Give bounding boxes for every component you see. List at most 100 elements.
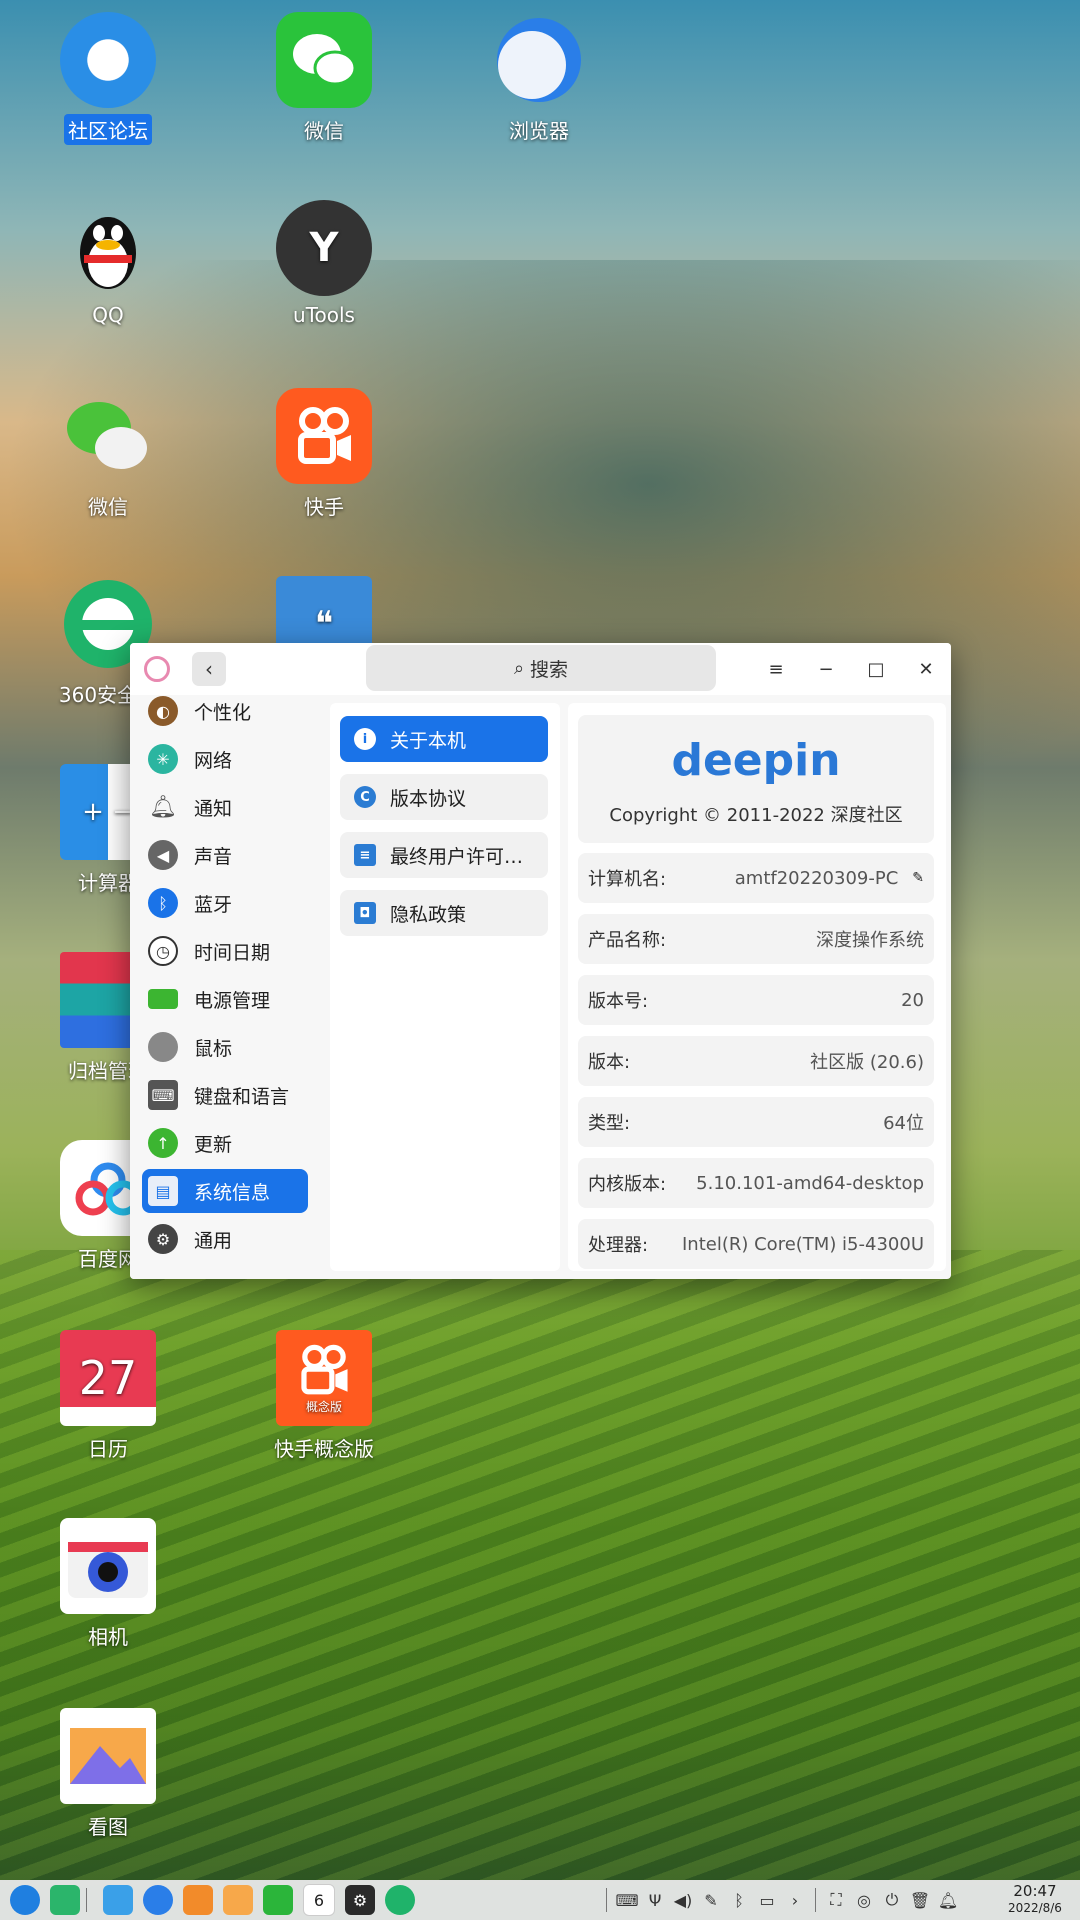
sidebar-item-notification[interactable]: 🔔︎ 通知 [142, 785, 308, 829]
submenu-label: 关于本机 [390, 729, 467, 752]
sidebar-item-update[interactable]: ↑ 更新 [142, 1121, 308, 1165]
sidebar-item-network[interactable]: ✳ 网络 [142, 737, 308, 781]
minimize-button[interactable]: − [811, 654, 841, 684]
desktop-icon-utools[interactable]: Y uTools [249, 200, 399, 328]
submenu-version-agreement[interactable]: C 版本协议 [340, 774, 548, 820]
menu-button[interactable]: ≡ [761, 654, 791, 684]
desktop-icon-browser[interactable]: 浏览器 [464, 12, 614, 145]
assistant-icon[interactable]: ◎ [850, 1885, 878, 1915]
desktop-icon-label: 微信 [304, 119, 344, 143]
image-viewer-icon[interactable] [223, 1885, 253, 1915]
info-key: 版本号: [588, 991, 649, 1012]
clock-time: 20:47 [1013, 1882, 1057, 1900]
desktop-icon-label: 社区论坛 [64, 114, 152, 145]
sidebar-item-power[interactable]: 电源管理 [142, 977, 308, 1021]
submenu-label: 隐私政策 [390, 903, 467, 926]
power-icon[interactable]: ⏻ [878, 1885, 906, 1915]
submenu-eula[interactable]: ≡ 最终用户许可协议 [340, 832, 548, 878]
expand-icon[interactable]: › [781, 1885, 809, 1915]
desktop-icon-kuaishou-concept[interactable]: 概念版 快手概念版 [249, 1330, 399, 1463]
sidebar-item-bluetooth[interactable]: ᛒ 蓝牙 [142, 881, 308, 925]
desktop-icon-label: 快手概念版 [274, 1437, 374, 1461]
battery-icon[interactable]: ▭ [753, 1885, 781, 1915]
desktop-icon-qq[interactable]: QQ [33, 200, 183, 328]
general-icon: ⚙ [148, 1224, 178, 1254]
browser-icon[interactable] [143, 1885, 173, 1915]
image-viewer-icon [60, 1708, 156, 1804]
pen-icon[interactable]: ✎ [697, 1885, 725, 1915]
clock[interactable]: 20:47 2022/8/6 [1000, 1882, 1070, 1916]
volume-icon[interactable]: ◀) [669, 1885, 697, 1915]
launcher-icon[interactable] [10, 1885, 40, 1915]
desktop-icon-wechat[interactable]: 微信 [249, 12, 399, 145]
wps-icon[interactable] [263, 1885, 293, 1915]
sidebar-item-sound[interactable]: ◀ 声音 [142, 833, 308, 877]
usb-icon[interactable]: Ψ [641, 1885, 669, 1915]
notification-icon: 🔔︎ [149, 794, 177, 820]
sidebar-item-label: 声音 [194, 845, 233, 868]
keyboard-icon: ⌨ [148, 1080, 178, 1110]
sidebar-item-mouse[interactable]: 鼠标 [142, 1025, 308, 1069]
sidebar-item-system-info[interactable]: ▤ 系统信息 [142, 1169, 308, 1213]
close-button[interactable]: ✕ [911, 654, 941, 684]
desktop-icon-label: 看图 [88, 1815, 128, 1839]
sidebar-item-personalization[interactable]: ◐ 个性化 [142, 689, 308, 733]
submenu-about[interactable]: i 关于本机 [340, 716, 548, 762]
info-row-processor: 处理器: Intel(R) Core(TM) i5-4300U [578, 1219, 934, 1269]
info-row-type: 类型: 64位 [578, 1097, 934, 1147]
bluetooth-icon[interactable]: ᛒ [725, 1885, 753, 1915]
info-value: 社区版 (20.6) [810, 1052, 924, 1073]
desktop-icon-image-viewer[interactable]: 看图 [33, 1708, 183, 1841]
wechat-alt-icon [60, 388, 156, 484]
desktop-icon-kuaishou[interactable]: 快手 [249, 388, 399, 521]
desktop-icon-camera[interactable]: 相机 [33, 1518, 183, 1651]
info-key: 计算机名: [588, 869, 667, 890]
sidebar-item-label: 通用 [194, 1229, 233, 1252]
sidebar-item-label: 网络 [194, 749, 233, 772]
notification-icon[interactable]: 🔔︎ [934, 1885, 962, 1915]
sidebar-item-label: 鼠标 [194, 1037, 233, 1060]
copyright-text: Copyright © 2011-2022 深度社区 [609, 805, 903, 826]
multitask-view-icon[interactable] [50, 1885, 80, 1915]
info-key: 处理器: [588, 1235, 649, 1256]
system-info-icon: ▤ [148, 1176, 178, 1206]
info-row-computer-name: 计算机名: amtf20220309-PC ✎ [578, 853, 934, 903]
sidebar-item-general[interactable]: ⚙ 通用 [142, 1217, 308, 1261]
control-center-logo-icon [144, 656, 170, 682]
kuaishou-icon [276, 388, 372, 484]
close-icon: ✕ [918, 658, 934, 680]
deepin-forum-icon [60, 12, 156, 108]
about-logo-card: deepin Copyright © 2011-2022 深度社区 [578, 715, 934, 843]
app-store-icon[interactable] [183, 1885, 213, 1915]
maximize-button[interactable]: □ [861, 654, 891, 684]
camera-icon [60, 1518, 156, 1614]
sidebar-item-datetime[interactable]: ◷ 时间日期 [142, 929, 308, 973]
keyboard-icon[interactable]: ⌨ [613, 1885, 641, 1915]
desktop-icon-calendar[interactable]: 27 日历 [33, 1330, 183, 1463]
sidebar-item-label: 蓝牙 [194, 893, 233, 916]
qq-icon [60, 200, 156, 296]
edit-pencil-icon[interactable]: ✎ [912, 870, 924, 886]
mouse-icon [148, 1032, 178, 1062]
submenu-label: 版本协议 [390, 787, 467, 810]
browser-icon [491, 12, 587, 108]
desktop-icon-label: 快手 [304, 495, 344, 519]
calendar-icon[interactable]: 6 [303, 1884, 335, 1916]
info-icon: i [354, 728, 376, 750]
screenshot-icon[interactable]: ⛶ [822, 1885, 850, 1915]
back-button[interactable]: ‹ [192, 652, 226, 686]
file-manager-icon[interactable] [103, 1885, 133, 1915]
clock-date: 2022/8/6 [1008, 1901, 1062, 1915]
bluetooth-icon: ᛒ [148, 888, 178, 918]
search-icon: ⌕ [513, 657, 525, 679]
360-browser-icon[interactable] [385, 1885, 415, 1915]
search-input[interactable]: ⌕ 搜索 [366, 645, 716, 691]
control-center-icon[interactable]: ⚙ [345, 1885, 375, 1915]
sidebar-item-keyboard[interactable]: ⌨ 键盘和语言 [142, 1073, 308, 1117]
desktop-icon-label: 相机 [88, 1625, 128, 1649]
trash-icon[interactable]: 🗑︎ [906, 1885, 934, 1915]
desktop-icon-wechat-alt[interactable]: 微信 [33, 388, 183, 521]
desktop-icon-forum[interactable]: 社区论坛 [33, 12, 183, 145]
system-tray: ⌨ Ψ ◀) ✎ ᛒ ▭ › ⛶ ◎ ⏻ 🗑︎ 🔔︎ [600, 1885, 962, 1915]
submenu-privacy[interactable]: ◘ 隐私政策 [340, 890, 548, 936]
